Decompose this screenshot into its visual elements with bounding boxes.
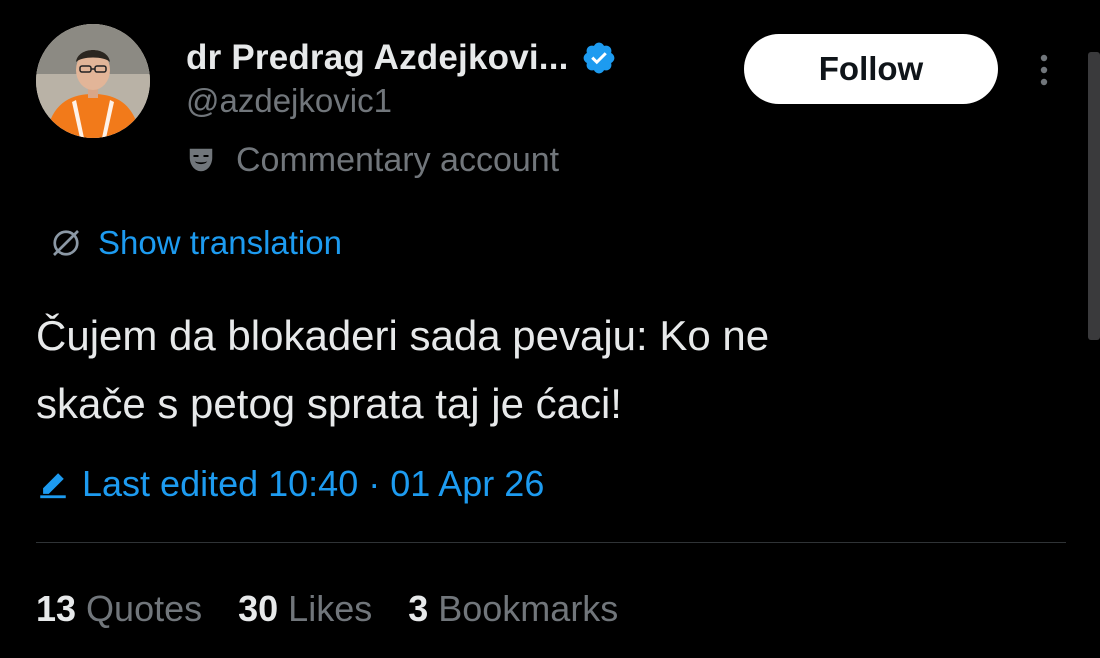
stat-count: 13: [36, 588, 77, 629]
handle[interactable]: @azdejkovic1: [186, 82, 392, 120]
scrollbar[interactable]: [1088, 52, 1100, 340]
stat-label: Quotes: [86, 588, 203, 629]
stat-count: 30: [238, 588, 279, 629]
theater-mask-icon: [186, 145, 216, 175]
stat-quotes[interactable]: 13 Quotes: [36, 588, 202, 630]
last-edited-label[interactable]: Last edited 10:40 · 01 Apr 26: [82, 463, 544, 505]
pencil-icon: [36, 467, 70, 501]
account-label-row: Commentary account: [186, 137, 559, 183]
show-translation-label[interactable]: Show translation: [98, 224, 342, 262]
engagement-stats: 13 Quotes 30 Likes 3 Bookmarks: [36, 584, 654, 634]
account-label: Commentary account: [236, 140, 560, 179]
stat-count: 3: [408, 588, 429, 629]
stat-label: Bookmarks: [438, 588, 619, 629]
follow-button[interactable]: Follow: [744, 34, 998, 104]
tweet-text: Čujem da blokaderi sada pevaju: Ko ne sk…: [36, 312, 770, 427]
last-edited-link[interactable]: Last edited 10:40 · 01 Apr 26: [36, 460, 544, 508]
verified-badge-icon[interactable]: [581, 40, 617, 76]
show-translation-link[interactable]: Show translation: [48, 220, 342, 266]
avatar-image: [36, 24, 150, 138]
stat-bookmarks[interactable]: 3 Bookmarks: [408, 588, 618, 630]
divider: [36, 542, 1066, 543]
display-name-row: dr Predrag Azdejkovi...: [186, 34, 617, 82]
stat-likes[interactable]: 30 Likes: [238, 588, 372, 630]
globe-icon: [48, 225, 84, 261]
stat-label: Likes: [288, 588, 373, 629]
display-name[interactable]: dr Predrag Azdejkovi...: [186, 38, 569, 78]
avatar[interactable]: [36, 24, 150, 138]
more-vertical-icon[interactable]: [1032, 50, 1056, 90]
